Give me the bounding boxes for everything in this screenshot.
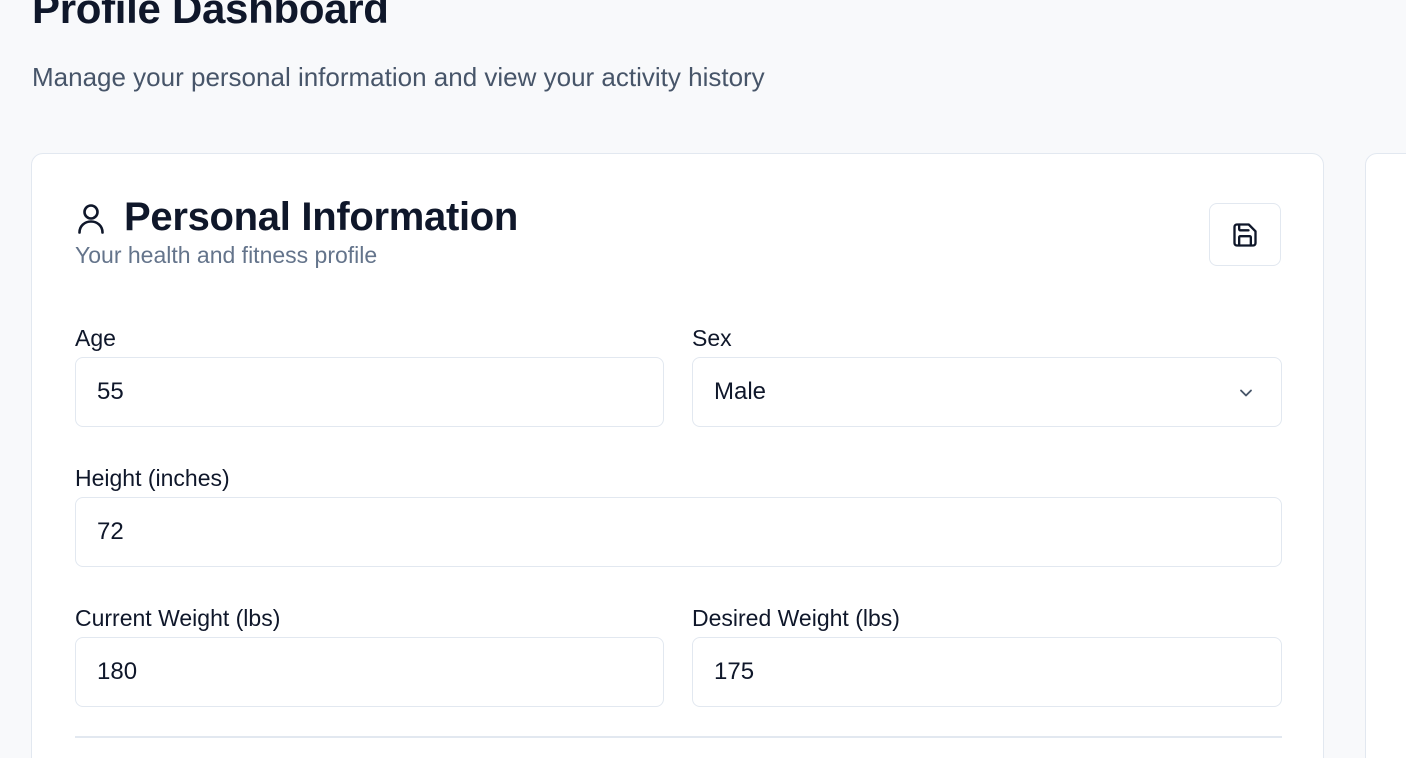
age-label: Age <box>75 325 116 351</box>
chevron-down-icon <box>1235 382 1257 404</box>
profile-dashboard-page: Profile Dashboard Manage your personal i… <box>0 0 1406 758</box>
height-input[interactable]: 72 <box>75 497 1282 567</box>
page-subtitle: Manage your personal information and vie… <box>32 62 765 92</box>
height-label: Height (inches) <box>75 465 230 491</box>
desired-weight-label: Desired Weight (lbs) <box>692 605 900 631</box>
current-weight-value: 180 <box>97 658 138 685</box>
sex-label: Sex <box>692 325 732 351</box>
user-icon <box>75 202 107 234</box>
save-button[interactable] <box>1209 203 1281 266</box>
height-value: 72 <box>97 518 124 545</box>
age-input[interactable]: 55 <box>75 357 664 427</box>
save-icon <box>1231 221 1259 249</box>
age-value: 55 <box>97 378 124 405</box>
secondary-card <box>1365 153 1406 758</box>
page-title: Profile Dashboard <box>32 0 389 32</box>
current-weight-label: Current Weight (lbs) <box>75 605 281 631</box>
current-weight-input[interactable]: 180 <box>75 637 664 707</box>
personal-information-card: Personal Information Your health and fit… <box>31 153 1324 758</box>
section-divider <box>75 736 1282 738</box>
sex-value: Male <box>714 378 767 405</box>
sex-select[interactable]: Male <box>692 357 1282 427</box>
desired-weight-value: 175 <box>714 658 755 685</box>
desired-weight-input[interactable]: 175 <box>692 637 1282 707</box>
card-title: Personal Information <box>124 195 519 239</box>
card-description: Your health and fitness profile <box>75 242 378 268</box>
